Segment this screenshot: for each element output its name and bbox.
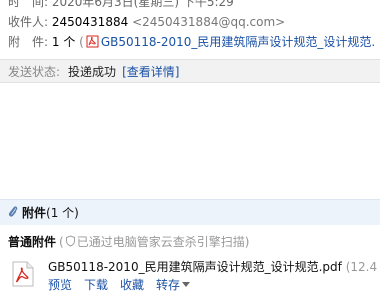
- attachment-paren: (: [79, 35, 84, 49]
- scan-note: 已通过电脑管家云查杀引擎扫描): [76, 235, 250, 249]
- view-details-link[interactable]: [查看详情]: [122, 65, 179, 79]
- attachments-title: 附件: [22, 206, 47, 220]
- attachment-file-name[interactable]: GB50118-2010_民用建筑隔声设计规范_设计规范.pdf (12.4: [48, 259, 377, 276]
- recipient-name[interactable]: 2450431884: [52, 15, 128, 29]
- send-status-value: 投递成功: [68, 65, 117, 79]
- attachment-label: 附 件:: [8, 35, 49, 49]
- shield-icon: [65, 235, 76, 247]
- mail-header: 时 间: 2020年6月3日(星期三) 下午5:29 收件人: 24504318…: [0, 0, 380, 57]
- favorite-link[interactable]: 收藏: [120, 278, 144, 292]
- preview-link[interactable]: 预览: [48, 278, 72, 292]
- normal-attachments-label: 普通附件: [8, 235, 57, 249]
- file-name-text[interactable]: GB50118-2010_民用建筑隔声设计规范_设计规范.pdf: [48, 260, 342, 274]
- time-row: 时 间: 2020年6月3日(星期三) 下午5:29: [8, 0, 380, 11]
- attachments-count: (1 个): [46, 206, 79, 220]
- pdf-file-icon[interactable]: [12, 261, 34, 287]
- attachment-link[interactable]: GB50118-2010_民用建筑隔声设计规范_设计规范.: [101, 35, 375, 49]
- attachment-count: 1 个: [51, 35, 76, 49]
- recipient-email: <2450431884@qq.com>: [132, 15, 286, 29]
- time-label: 时 间:: [8, 0, 49, 9]
- save-to-link[interactable]: 转存: [156, 278, 191, 292]
- recipient-row: 收件人: 2450431884 <2450431884@qq.com>: [8, 14, 380, 31]
- attachment-row: 附 件: 1 个 ( GB50118-2010_民用建筑隔声设计规范_设计规范.: [8, 34, 380, 51]
- file-actions: 预览 下载 收藏 转存: [48, 277, 191, 293]
- attachments-bar: 附件(1 个): [0, 199, 380, 225]
- time-value: 2020年6月3日(星期三) 下午5:29: [51, 0, 234, 9]
- send-status-label: 发送状态:: [8, 65, 61, 79]
- pdf-icon: [86, 35, 99, 48]
- save-to-label[interactable]: 转存: [156, 278, 180, 292]
- recipient-label: 收件人:: [8, 15, 49, 29]
- download-link[interactable]: 下载: [84, 278, 108, 292]
- normal-attachments-header: 普通附件( 已通过电脑管家云查杀引擎扫描): [8, 234, 249, 250]
- scan-note-prefix: (: [59, 235, 64, 249]
- paperclip-icon: [7, 205, 19, 219]
- send-status-bar: 发送状态: 投递成功 [查看详情]: [0, 59, 380, 83]
- file-size: (12.4: [345, 260, 378, 274]
- chevron-down-icon[interactable]: [182, 282, 191, 287]
